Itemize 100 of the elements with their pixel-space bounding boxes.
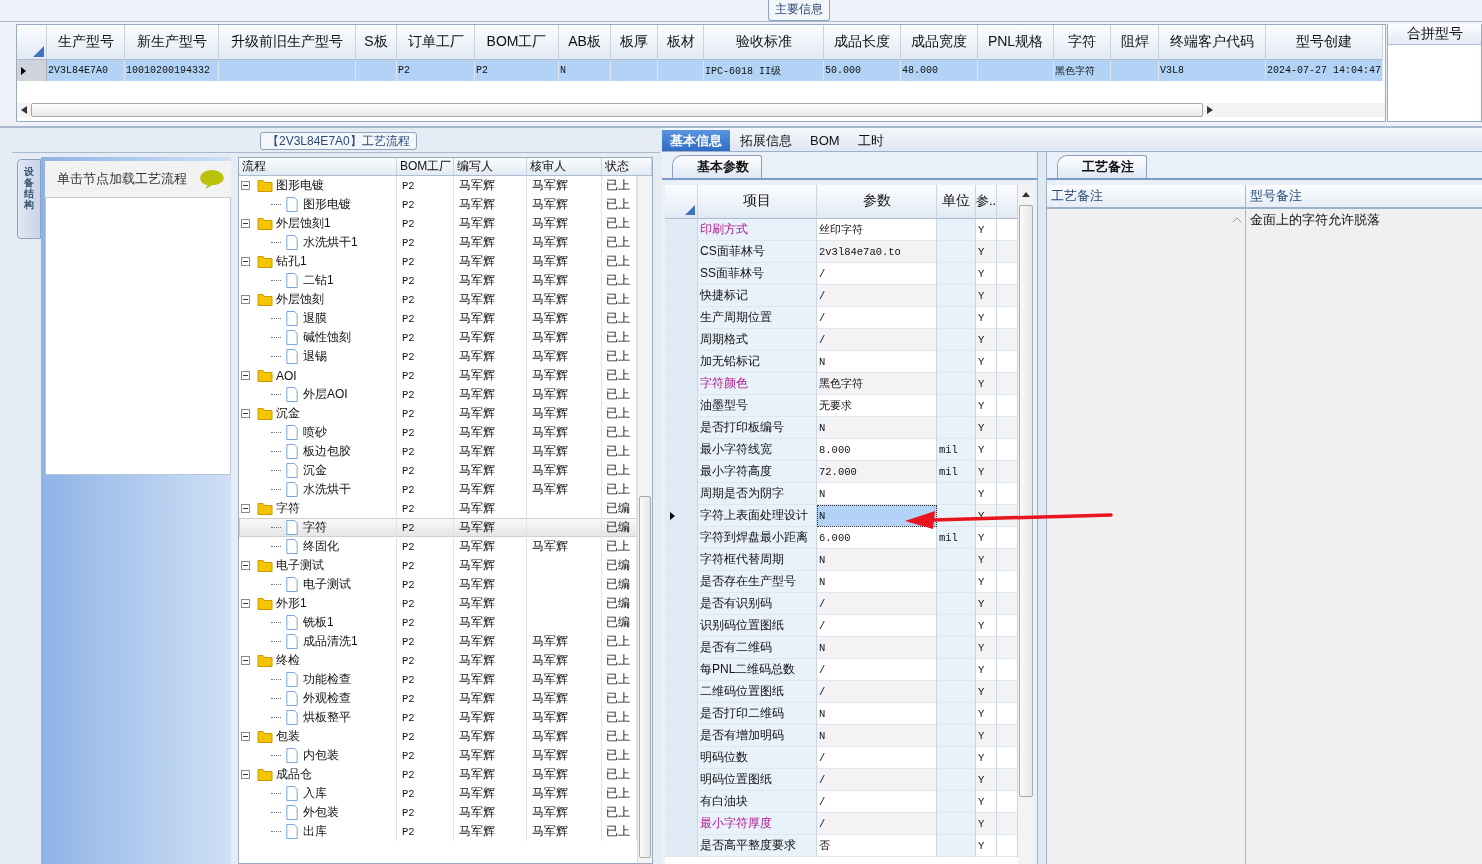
value-cell[interactable]: / (817, 813, 937, 835)
collapse-icon[interactable] (241, 409, 250, 418)
row-header[interactable] (665, 505, 698, 527)
side-tab[interactable]: 设备结构 (17, 159, 41, 239)
tree-row[interactable]: 功能检查 P2 马军辉 马军辉 已上 (239, 670, 637, 689)
value-cell[interactable]: 72.000 (817, 461, 937, 483)
collapse-icon[interactable] (241, 295, 250, 304)
tree-row[interactable]: 终固化 P2 马军辉 马军辉 已上 (239, 537, 637, 556)
scroll-right-icon[interactable] (1207, 106, 1213, 114)
column-header[interactable]: 升级前旧生产型号 (219, 25, 356, 60)
column-header[interactable]: 阻焊 (1111, 25, 1159, 60)
scroll-left-icon[interactable] (21, 106, 27, 114)
tree-row[interactable]: 外层蚀刻1 P2 马军辉 马军辉 已上 (239, 214, 637, 233)
collapse-icon[interactable] (241, 257, 250, 266)
value-cell[interactable]: / (817, 329, 937, 351)
column-header[interactable]: 板材 (658, 25, 704, 60)
tree-row[interactable]: 板边包胶 P2 马军辉 马军辉 已上 (239, 442, 637, 461)
column-header[interactable]: 终端客户代码 (1159, 25, 1266, 60)
tree-row[interactable]: 外层蚀刻 P2 马军辉 马军辉 已上 (239, 290, 637, 309)
value-cell[interactable]: N (817, 417, 937, 439)
value-cell[interactable]: 2v3l84e7a0.to (817, 241, 937, 263)
tree-row[interactable]: 出库 P2 马军辉 马军辉 已上 (239, 822, 637, 841)
tree-row[interactable]: 水洗烘干1 P2 马军辉 马军辉 已上 (239, 233, 637, 252)
column-header[interactable]: S板 (356, 25, 397, 60)
tree-row[interactable]: 碱性蚀刻 P2 马军辉 马军辉 已上 (239, 328, 637, 347)
tab[interactable]: 工时 (849, 130, 892, 151)
column-header[interactable]: BOM工厂 (475, 25, 559, 60)
caret-icon[interactable] (1233, 217, 1241, 222)
column-header[interactable]: 参.. (976, 185, 997, 218)
column-header[interactable]: 合拼型号 (1388, 24, 1481, 45)
tree-row[interactable]: 铣板1 P2 马军辉 已编 (239, 613, 637, 632)
tree-row[interactable]: 退膜 P2 马军辉 马军辉 已上 (239, 309, 637, 328)
tree-row[interactable]: 沉金 P2 马军辉 马军辉 已上 (239, 404, 637, 423)
value-cell[interactable]: 黑色字符 (817, 373, 937, 395)
column-header[interactable]: 验收标准 (704, 25, 824, 60)
scroll-thumb[interactable] (639, 496, 651, 858)
value-cell[interactable]: N (817, 637, 937, 659)
tree-row[interactable]: 烘板整平 P2 马军辉 马军辉 已上 (239, 708, 637, 727)
collapse-icon[interactable] (241, 504, 250, 513)
column-header[interactable]: 流程 (239, 158, 397, 175)
column-header[interactable]: 工艺备注 (1047, 185, 1245, 209)
tree-row[interactable]: 喷砂 P2 马军辉 马军辉 已上 (239, 423, 637, 442)
collapse-icon[interactable] (241, 656, 250, 665)
value-cell[interactable]: / (817, 593, 937, 615)
tree-row[interactable]: 外层AOI P2 马军辉 马军辉 已上 (239, 385, 637, 404)
column-header[interactable]: BOM工厂 (397, 158, 454, 175)
tree-row[interactable]: 退锡 P2 马军辉 马军辉 已上 (239, 347, 637, 366)
scroll-up-icon[interactable] (1022, 192, 1030, 197)
tab[interactable]: 工艺备注 (1057, 155, 1147, 178)
tree-row[interactable]: 内包装 P2 马军辉 马军辉 已上 (239, 746, 637, 765)
collapse-icon[interactable] (241, 181, 250, 190)
tree-row[interactable]: AOI P2 马军辉 马军辉 已上 (239, 366, 637, 385)
collapse-icon[interactable] (241, 599, 250, 608)
column-header[interactable]: 型号创建 (1266, 25, 1383, 60)
tree-row[interactable]: 水洗烘干 P2 马军辉 马军辉 已上 (239, 480, 637, 499)
tab[interactable]: BOM (802, 130, 848, 151)
tab[interactable]: 拓展信息 (732, 130, 800, 151)
value-cell[interactable]: / (817, 285, 937, 307)
tree-row[interactable]: 图形电镀 P2 马军辉 马军辉 已上 (239, 195, 637, 214)
tree-row[interactable]: 成品清洗1 P2 马军辉 马军辉 已上 (239, 632, 637, 651)
column-header[interactable]: 字符 (1054, 25, 1111, 60)
tree-row[interactable]: 字符 P2 马军辉 已编 (239, 518, 637, 537)
column-header[interactable]: 成品长度 (824, 25, 901, 60)
vertical-scrollbar[interactable] (1018, 185, 1034, 864)
column-header[interactable]: PNL规格 (978, 25, 1054, 60)
tree-row[interactable]: 钻孔1 P2 马军辉 马军辉 已上 (239, 252, 637, 271)
tab[interactable]: 基本参数 (672, 155, 762, 178)
column-header[interactable]: 单位 (937, 185, 976, 218)
value-cell[interactable]: / (817, 681, 937, 703)
tree-row[interactable]: 终检 P2 马军辉 马军辉 已上 (239, 651, 637, 670)
column-header[interactable]: 成品宽度 (901, 25, 978, 60)
column-header[interactable]: 生产型号 (47, 25, 125, 60)
tree-row[interactable]: 电子测试 P2 马军辉 已编 (239, 575, 637, 594)
value-cell[interactable]: / (817, 769, 937, 791)
tree-row[interactable]: 外包装 P2 马军辉 马军辉 已上 (239, 803, 637, 822)
tree-row[interactable]: 图形电镀 P2 马军辉 马军辉 已上 (239, 176, 637, 195)
tree-row[interactable]: 成品仓 P2 马军辉 马军辉 已上 (239, 765, 637, 784)
column-header[interactable]: 参数 (817, 185, 937, 218)
tree-row[interactable]: 外观检查 P2 马军辉 马军辉 已上 (239, 689, 637, 708)
collapse-icon[interactable] (241, 770, 250, 779)
column-header[interactable]: 新生产型号 (125, 25, 219, 60)
tree-row[interactable]: 二钻1 P2 马军辉 马军辉 已上 (239, 271, 637, 290)
collapse-icon[interactable] (241, 732, 250, 741)
collapse-icon[interactable] (241, 561, 250, 570)
value-cell[interactable]: N (817, 505, 937, 527)
splitter-bar[interactable] (1038, 152, 1047, 864)
row-header[interactable] (17, 60, 47, 81)
column-header[interactable]: 状态 (602, 158, 652, 175)
column-header[interactable]: 编写人 (454, 158, 527, 175)
tab[interactable]: 基本信息 (662, 130, 730, 151)
column-header[interactable]: 核审人 (527, 158, 602, 175)
column-header[interactable]: 板厚 (611, 25, 658, 60)
vertical-scrollbar[interactable] (637, 176, 652, 863)
tree-row[interactable]: 电子测试 P2 马军辉 已编 (239, 556, 637, 575)
collapse-icon[interactable] (241, 371, 250, 380)
column-header[interactable]: AB板 (559, 25, 611, 60)
column-header[interactable]: 型号备注 (1246, 185, 1482, 209)
collapse-icon[interactable] (241, 219, 250, 228)
value-cell[interactable]: N (817, 725, 937, 747)
column-header[interactable]: 项目 (698, 185, 817, 218)
